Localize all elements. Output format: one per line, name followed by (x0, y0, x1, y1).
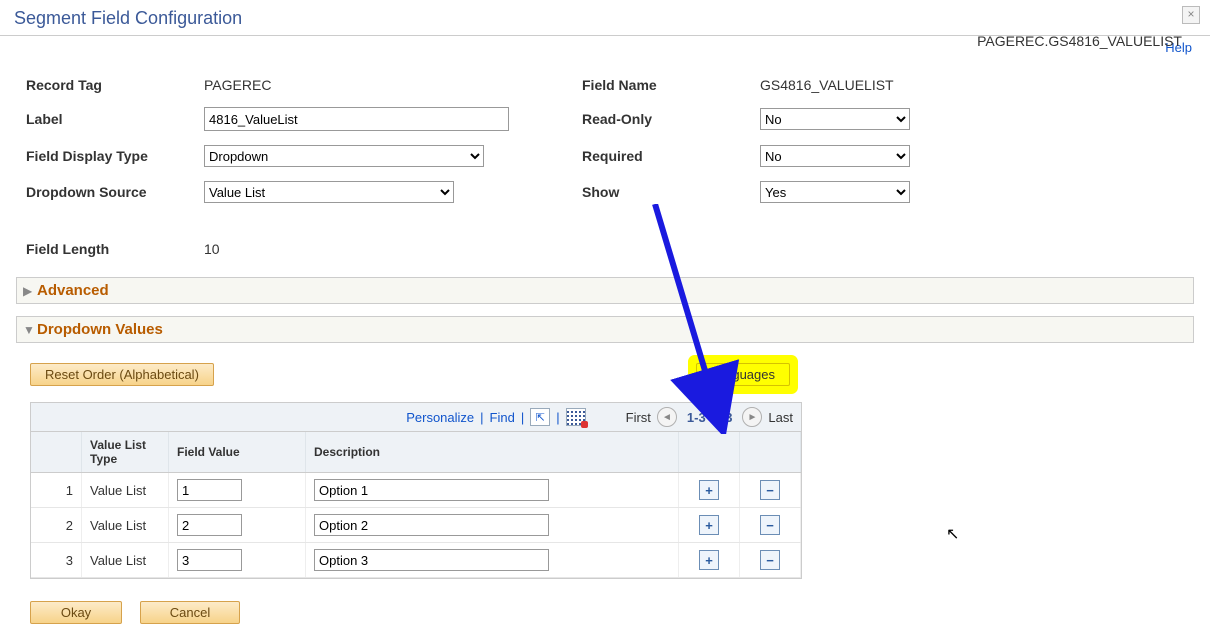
label-dropdown-source: Dropdown Source (18, 175, 194, 209)
label-field-length: Field Length (18, 235, 194, 263)
input-description[interactable] (314, 549, 549, 571)
input-label[interactable] (204, 107, 509, 131)
row-number: 2 (31, 508, 82, 543)
col-description[interactable]: Description (306, 432, 679, 473)
label-label: Label (18, 101, 194, 137)
export-icon[interactable]: ⇱ (530, 408, 550, 426)
grid-toolbar: Personalize | Find | ⇱ | First ◄ 1-3 of … (31, 403, 801, 432)
col-del (740, 432, 801, 473)
find-link[interactable]: Find (490, 410, 515, 425)
input-field-value[interactable] (177, 514, 242, 536)
nav-first[interactable]: First (626, 410, 651, 425)
section-dropdown-values-title: Dropdown Values (37, 321, 163, 338)
cell-type: Value List (82, 508, 169, 543)
input-description[interactable] (314, 479, 549, 501)
value-record-tag: PAGEREC (204, 77, 271, 93)
add-row-icon[interactable]: + (699, 550, 719, 570)
label-required: Required (574, 139, 750, 173)
col-rownum (31, 432, 82, 473)
dialog-title: Segment Field Configuration (14, 8, 242, 28)
row-number: 1 (31, 473, 82, 508)
chevron-down-icon: ▼ (23, 323, 37, 337)
col-value-list-type[interactable]: Value List Type (82, 432, 169, 473)
nav-range: 1-3 of 3 (687, 410, 733, 425)
chevron-left-icon[interactable]: ◄ (657, 407, 677, 427)
cursor-icon: ↖ (946, 524, 959, 544)
label-field-name: Field Name (574, 71, 750, 99)
label-field-display-type: Field Display Type (18, 139, 194, 173)
breadcrumb: PAGEREC.GS4816_VALUELIST (977, 33, 1182, 49)
personalize-link[interactable]: Personalize (406, 410, 474, 425)
nav-last[interactable]: Last (768, 410, 793, 425)
form-table: Record Tag PAGEREC Field Name GS4816_VAL… (16, 69, 920, 265)
okay-button[interactable]: Okay (30, 601, 122, 624)
section-advanced[interactable]: ▶ Advanced (16, 277, 1194, 304)
select-field-display-type[interactable]: Dropdown (204, 145, 484, 167)
add-row-icon[interactable]: + (699, 515, 719, 535)
col-add (679, 432, 740, 473)
select-show[interactable]: Yes (760, 181, 910, 203)
value-field-length: 10 (204, 241, 220, 257)
row-number: 3 (31, 543, 82, 578)
select-required[interactable]: No (760, 145, 910, 167)
input-description[interactable] (314, 514, 549, 536)
delete-row-icon[interactable]: − (760, 550, 780, 570)
label-read-only: Read-Only (574, 101, 750, 137)
chevron-right-icon: ▶ (23, 284, 37, 298)
value-field-name: GS4816_VALUELIST (760, 77, 894, 93)
label-show: Show (574, 175, 750, 209)
input-field-value[interactable] (177, 479, 242, 501)
add-row-icon[interactable]: + (699, 480, 719, 500)
close-icon[interactable]: × (1182, 6, 1200, 24)
label-record-tag: Record Tag (18, 71, 194, 99)
select-dropdown-source[interactable]: Value List (204, 181, 454, 203)
reset-order-button[interactable]: Reset Order (Alphabetical) (30, 363, 214, 386)
delete-row-icon[interactable]: − (760, 480, 780, 500)
cell-type: Value List (82, 473, 169, 508)
chevron-right-nav-icon[interactable]: ► (742, 407, 762, 427)
select-read-only[interactable]: No (760, 108, 910, 130)
cancel-button[interactable]: Cancel (140, 601, 240, 624)
values-grid: Value List Type Field Value Description … (31, 432, 801, 578)
grid-settings-icon[interactable] (566, 408, 586, 426)
table-row: 3Value List + − (31, 543, 801, 578)
grid-wrap: Personalize | Find | ⇱ | First ◄ 1-3 of … (30, 402, 802, 579)
delete-row-icon[interactable]: − (760, 515, 780, 535)
col-field-value[interactable]: Field Value (169, 432, 306, 473)
table-row: 2Value List + − (31, 508, 801, 543)
input-field-value[interactable] (177, 549, 242, 571)
dialog-titlebar: Segment Field Configuration × (0, 0, 1210, 36)
table-row: 1Value List + − (31, 473, 801, 508)
section-dropdown-values[interactable]: ▼ Dropdown Values (16, 316, 1194, 343)
cell-type: Value List (82, 543, 169, 578)
languages-button[interactable]: Languages (696, 363, 790, 386)
section-advanced-title: Advanced (37, 282, 109, 299)
